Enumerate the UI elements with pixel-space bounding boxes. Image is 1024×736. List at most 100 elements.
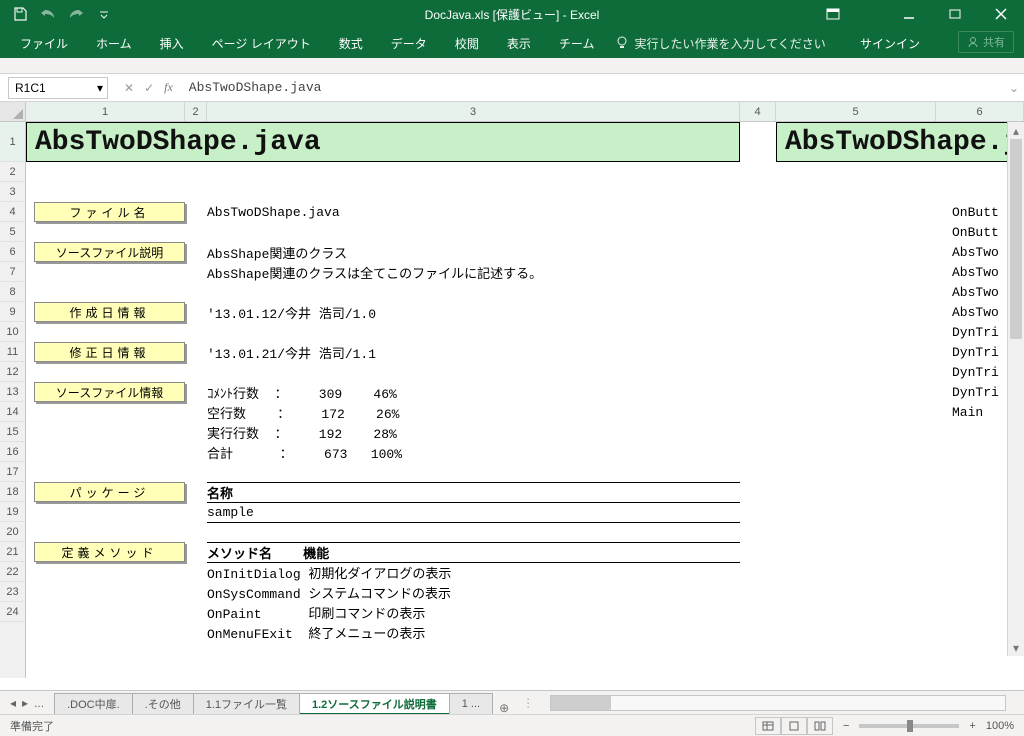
cell[interactable]: メソッド名 機能 <box>207 542 329 562</box>
row-header[interactable]: 24 <box>0 602 25 622</box>
column-header[interactable]: 1 <box>26 102 185 121</box>
cells-area[interactable]: AbsTwoDShape.java AbsTwoDShape.j ファイル名 ソ… <box>26 122 1024 678</box>
sheet-tab-active[interactable]: 1.2ソースファイル説明書 <box>299 693 450 715</box>
row-header[interactable]: 21 <box>0 542 25 562</box>
tab-pagelayout[interactable]: ページ レイアウト <box>198 28 325 58</box>
row-header[interactable]: 2 <box>0 162 25 182</box>
name-box[interactable]: R1C1 ▾ <box>8 77 108 99</box>
zoom-out-button[interactable]: − <box>843 720 849 732</box>
scroll-down-button[interactable]: ▾ <box>1008 639 1024 656</box>
insert-function-button[interactable]: fx <box>164 80 173 95</box>
tab-home[interactable]: ホーム <box>82 28 146 58</box>
cell[interactable]: AbsShape関連のクラスは全てこのファイルに記述する。 <box>207 262 542 282</box>
chevron-down-icon[interactable]: ▾ <box>97 81 103 95</box>
scroll-thumb[interactable] <box>551 696 611 710</box>
cell[interactable]: sample <box>207 502 254 522</box>
row-header[interactable]: 15 <box>0 422 25 442</box>
column-header[interactable]: 3 <box>207 102 740 121</box>
row-header[interactable]: 23 <box>0 582 25 602</box>
cell[interactable]: 実行行数 ： 192 28% <box>207 422 397 442</box>
row-header[interactable]: 5 <box>0 222 25 242</box>
sheet-tab[interactable]: 1.1ファイル一覧 <box>193 693 300 715</box>
cell[interactable]: OnSysCommand システムコマンドの表示 <box>207 582 451 602</box>
row-header[interactable]: 20 <box>0 522 25 542</box>
sheet-tab[interactable]: 1 ... <box>449 693 493 715</box>
row-header[interactable]: 7 <box>0 262 25 282</box>
row-header[interactable]: 11 <box>0 342 25 362</box>
cell[interactable]: 名称 <box>207 482 233 502</box>
column-header[interactable]: 4 <box>740 102 776 121</box>
label-methods[interactable]: 定義メソッド <box>34 542 185 562</box>
column-header[interactable]: 6 <box>936 102 1024 121</box>
spreadsheet-grid[interactable]: 1 2 3 4 5 6 7 8 9 10 11 12 13 14 15 16 1… <box>0 122 1024 678</box>
page-break-view-button[interactable] <box>807 717 833 735</box>
title-cell-right[interactable]: AbsTwoDShape.j <box>776 122 1024 162</box>
close-button[interactable] <box>978 0 1024 28</box>
tab-data[interactable]: データ <box>377 28 441 58</box>
row-header[interactable]: 14 <box>0 402 25 422</box>
row-header[interactable]: 17 <box>0 462 25 482</box>
row-header[interactable]: 8 <box>0 282 25 302</box>
cell[interactable]: OnInitDialog 初期化ダイアログの表示 <box>207 562 451 582</box>
title-cell-left[interactable]: AbsTwoDShape.java <box>26 122 740 162</box>
label-filename[interactable]: ファイル名 <box>34 202 185 222</box>
scroll-up-button[interactable]: ▴ <box>1008 122 1024 139</box>
sheet-nav-more[interactable]: ... <box>34 696 44 710</box>
qat-customize-icon[interactable] <box>92 2 116 26</box>
cell[interactable]: 合計 ： 673 100% <box>207 442 402 462</box>
share-button[interactable]: 共有 <box>958 31 1014 53</box>
label-source-info[interactable]: ソースファイル情報 <box>34 382 185 402</box>
zoom-slider[interactable] <box>859 724 959 728</box>
ribbon-display-button[interactable] <box>810 0 856 28</box>
enter-formula-button[interactable]: ✓ <box>144 81 154 95</box>
cell[interactable]: OnPaint 印刷コマンドの表示 <box>207 602 425 622</box>
vertical-scrollbar[interactable]: ▴ ▾ <box>1007 122 1024 656</box>
tab-file[interactable]: ファイル <box>6 28 82 58</box>
cancel-formula-button[interactable]: ✕ <box>124 81 134 95</box>
row-header[interactable]: 3 <box>0 182 25 202</box>
tab-formulas[interactable]: 数式 <box>325 28 377 58</box>
row-header[interactable]: 13 <box>0 382 25 402</box>
undo-button[interactable] <box>36 2 60 26</box>
tab-insert[interactable]: 挿入 <box>146 28 198 58</box>
cell[interactable]: AbsTwoDShape.java <box>207 202 340 222</box>
tell-me-search[interactable]: 実行したい作業を入力してください <box>616 35 825 52</box>
tab-team[interactable]: チーム <box>545 28 609 58</box>
formula-input[interactable]: AbsTwoDShape.java <box>189 77 996 99</box>
row-header[interactable]: 10 <box>0 322 25 342</box>
cell[interactable]: '13.01.12/今井 浩司/1.0 <box>207 302 376 322</box>
tab-view[interactable]: 表示 <box>493 28 545 58</box>
signin-link[interactable]: サインイン <box>846 28 934 58</box>
scroll-thumb[interactable] <box>1010 139 1022 339</box>
tab-review[interactable]: 校閲 <box>441 28 493 58</box>
sheet-nav-next[interactable]: ▸ <box>22 696 28 710</box>
cell[interactable]: '13.01.21/今井 浩司/1.1 <box>207 342 376 362</box>
add-sheet-button[interactable]: ⊕ <box>492 701 516 715</box>
sheet-tab[interactable]: .DOC中扉. <box>54 693 133 715</box>
row-header[interactable]: 18 <box>0 482 25 502</box>
cell[interactable]: 空行数 ： 172 26% <box>207 402 399 422</box>
label-modify-date[interactable]: 修正日情報 <box>34 342 185 362</box>
zoom-thumb[interactable] <box>907 720 913 732</box>
row-header[interactable]: 19 <box>0 502 25 522</box>
sheet-nav-first[interactable]: ◂ <box>10 696 16 710</box>
page-layout-view-button[interactable] <box>781 717 807 735</box>
row-header[interactable]: 22 <box>0 562 25 582</box>
cell[interactable]: AbsShape関連のクラス <box>207 242 347 262</box>
label-create-date[interactable]: 作成日情報 <box>34 302 185 322</box>
row-header[interactable]: 9 <box>0 302 25 322</box>
column-header[interactable]: 2 <box>185 102 207 121</box>
label-source-desc[interactable]: ソースファイル説明 <box>34 242 185 262</box>
sheet-tab[interactable]: .その他 <box>132 693 194 715</box>
normal-view-button[interactable] <box>755 717 781 735</box>
column-header[interactable]: 5 <box>776 102 936 121</box>
row-header[interactable]: 6 <box>0 242 25 262</box>
cell[interactable]: ｺﾒﾝﾄ行数 ： 309 46% <box>207 382 397 402</box>
label-package[interactable]: パッケージ <box>34 482 185 502</box>
row-header[interactable]: 16 <box>0 442 25 462</box>
minimize-button[interactable] <box>886 0 932 28</box>
row-header[interactable]: 12 <box>0 362 25 382</box>
row-header[interactable]: 4 <box>0 202 25 222</box>
zoom-level[interactable]: 100% <box>986 720 1014 732</box>
select-all-button[interactable] <box>0 102 26 121</box>
